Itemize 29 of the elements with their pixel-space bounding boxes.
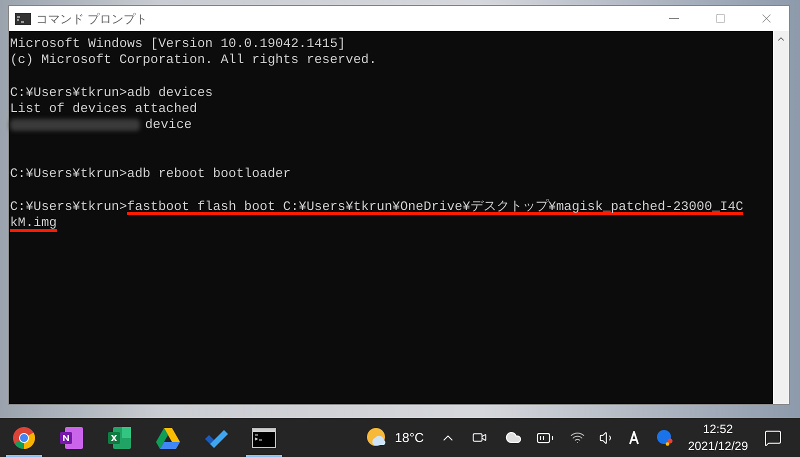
browser-icon <box>12 426 36 450</box>
console-text: device <box>145 117 192 134</box>
cloud-icon[interactable] <box>504 429 522 446</box>
spreadsheet-icon <box>107 426 133 450</box>
console-text: C:¥Users¥tkrun>adb reboot bootloader <box>10 166 291 183</box>
console-text: List of devices attached <box>10 101 198 118</box>
sun-cloud-icon <box>366 426 388 448</box>
dot-icon[interactable] <box>656 430 673 446</box>
minimize-icon <box>669 18 679 19</box>
clock-date: 2021/12/29 <box>688 438 748 454</box>
console-text: (c) Microsoft Corporation. All rights reserved. <box>10 52 377 69</box>
notification-icon[interactable] <box>764 428 782 446</box>
temperature: 18°C <box>394 428 424 447</box>
console-text: Microsoft Windows [Version 10.0.19042.1415] <box>10 36 346 52</box>
notebook-icon <box>59 426 85 450</box>
console-text: C:¥Users¥tkrun>adb devices <box>10 84 213 102</box>
letter-glyph-icon[interactable] <box>628 430 639 444</box>
triangle-logo-icon <box>156 426 180 448</box>
window-title: コマンド プロンプト <box>36 10 148 28</box>
terminal-icon <box>252 428 276 448</box>
clock-time: 12:52 <box>702 420 733 438</box>
clock[interactable]: 12:52 2021/12/29 <box>688 420 748 454</box>
console-text: fastboot flash boot C:¥Users¥tkrun¥OneDrive¥デスクトップ¥magisk_patched-23000_I4C <box>127 198 744 216</box>
maximize-icon <box>714 13 726 24</box>
running-indicator <box>6 455 42 457</box>
running-indicator <box>246 455 282 457</box>
terminal-icon <box>15 12 31 24</box>
console-text: kM.img <box>10 215 57 232</box>
console-text: C:¥Users¥tkrun> <box>10 198 128 216</box>
